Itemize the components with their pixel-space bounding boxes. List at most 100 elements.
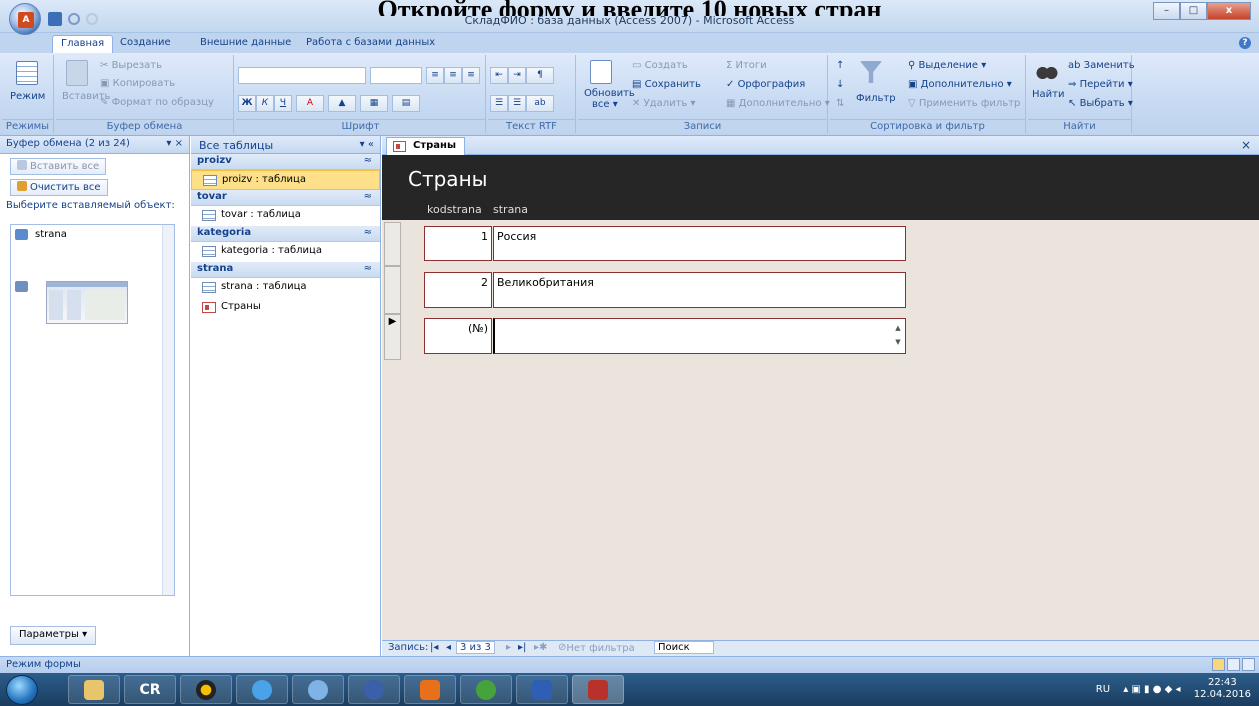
- delete-record-button[interactable]: ✕ Удалить ▾: [632, 98, 696, 109]
- language-indicator[interactable]: RU: [1096, 684, 1110, 695]
- clipboard-pane-controls[interactable]: ▾ ×: [166, 138, 183, 149]
- undo-icon[interactable]: [68, 13, 80, 25]
- strana-field[interactable]: Россия: [493, 226, 906, 261]
- advanced-filter-button[interactable]: ▣ Дополнительно ▾: [908, 79, 1012, 90]
- bold-button[interactable]: Ж: [238, 95, 256, 112]
- alternate-fill-icon[interactable]: ▤: [392, 95, 420, 112]
- next-record-button[interactable]: ▸: [506, 642, 511, 653]
- taskbar-word[interactable]: [516, 675, 568, 704]
- new-record-button[interactable]: ▭ Создать: [632, 60, 688, 71]
- clipboard-scrollbar[interactable]: [162, 225, 174, 595]
- tab-home[interactable]: Главная: [52, 35, 114, 53]
- minimize-button[interactable]: –: [1153, 2, 1180, 20]
- prev-record-button[interactable]: ◂: [446, 642, 451, 653]
- new-record-nav-button[interactable]: ▸✱: [534, 642, 547, 653]
- sort-ascending-icon[interactable]: ↑: [836, 60, 844, 71]
- fill-color-icon[interactable]: ▲: [328, 95, 356, 112]
- nav-group-strana[interactable]: strana ≈: [191, 262, 380, 278]
- select-button[interactable]: ↖ Выбрать ▾: [1068, 98, 1133, 109]
- increase-indent-icon[interactable]: ⇥: [508, 67, 526, 84]
- decrease-indent-icon[interactable]: ⇤: [490, 67, 508, 84]
- clipboard-item-screenshot[interactable]: [15, 281, 128, 327]
- current-record-selector[interactable]: ▶: [384, 314, 401, 360]
- font-size-combo[interactable]: [370, 67, 422, 84]
- start-button[interactable]: [6, 675, 38, 705]
- selection-button[interactable]: ⚲ Выделение ▾: [908, 60, 986, 71]
- kodstrana-new-field[interactable]: (№): [424, 318, 492, 354]
- view-mode-button[interactable]: Режим: [10, 91, 45, 102]
- collapse-icon[interactable]: ≈: [364, 227, 372, 238]
- close-button[interactable]: x: [1207, 2, 1251, 20]
- numbering-icon[interactable]: ☰: [490, 95, 508, 112]
- first-record-button[interactable]: |◂: [430, 642, 438, 653]
- taskbar-explorer[interactable]: [68, 675, 120, 704]
- taskbar-cr[interactable]: CR: [124, 675, 176, 704]
- align-center-icon[interactable]: ≡: [444, 67, 462, 84]
- binoculars-icon[interactable]: [1036, 61, 1058, 81]
- taskbar-player[interactable]: [404, 675, 456, 704]
- help-icon[interactable]: ?: [1239, 37, 1251, 49]
- goto-button[interactable]: ⇒ Перейти ▾: [1068, 79, 1133, 90]
- redo-icon[interactable]: [86, 13, 98, 25]
- nav-item-proizv-table[interactable]: proizv : таблица: [191, 170, 380, 190]
- nav-group-tovar[interactable]: tovar ≈: [191, 190, 380, 206]
- collapse-icon[interactable]: ≈: [364, 155, 372, 166]
- save-icon[interactable]: [48, 12, 62, 26]
- more-records-button[interactable]: ▦ Дополнительно ▾: [726, 98, 830, 109]
- taskbar-ie[interactable]: [236, 675, 288, 704]
- paragraph-icon[interactable]: ¶: [526, 67, 554, 84]
- current-record-input[interactable]: 3 из 3: [456, 641, 495, 654]
- design-view-icon[interactable]: [1242, 658, 1255, 671]
- close-document-icon[interactable]: ×: [1241, 138, 1251, 152]
- tab-external-data[interactable]: Внешние данные: [192, 35, 299, 53]
- align-left-icon[interactable]: ≡: [426, 67, 444, 84]
- save-record-button[interactable]: ▤ Сохранить: [632, 79, 701, 90]
- format-painter-button[interactable]: ✎ Формат по образцу: [100, 97, 214, 108]
- nav-item-strana-table[interactable]: strana : таблица: [191, 278, 380, 298]
- clipboard-items-list[interactable]: strana: [10, 224, 175, 596]
- last-record-button[interactable]: ▸|: [518, 642, 526, 653]
- refresh-all-button[interactable]: Обновить: [584, 88, 635, 99]
- search-input[interactable]: Поиск: [654, 641, 714, 654]
- office-button[interactable]: A: [9, 3, 41, 35]
- taskbar-access[interactable]: [572, 675, 624, 704]
- bullets-icon[interactable]: ☰: [508, 95, 526, 112]
- record-selector[interactable]: [384, 266, 401, 314]
- maximize-button[interactable]: □: [1180, 2, 1207, 20]
- clear-sort-icon[interactable]: ⇅: [836, 98, 844, 109]
- highlight-icon[interactable]: ab: [526, 95, 554, 112]
- collapse-icon[interactable]: ≈: [364, 263, 372, 274]
- strana-new-field[interactable]: ▲ ▼: [493, 318, 906, 354]
- font-name-combo[interactable]: [238, 67, 366, 84]
- taskbar-sound[interactable]: [292, 675, 344, 704]
- collapse-icon[interactable]: ≈: [364, 191, 372, 202]
- nav-item-tovar-table[interactable]: tovar : таблица: [191, 206, 380, 226]
- filter-button[interactable]: Фильтр: [856, 93, 896, 104]
- view-icon[interactable]: [16, 61, 38, 85]
- tray-icons[interactable]: ▴ ▣ ▮ ● ◆ ◂: [1123, 684, 1180, 695]
- sort-descending-icon[interactable]: ↓: [836, 79, 844, 90]
- field-scrollbar[interactable]: ▲ ▼: [893, 321, 903, 351]
- clear-all-button[interactable]: Очистить все: [10, 179, 108, 196]
- filter-icon[interactable]: [860, 61, 882, 83]
- taskbar-yandex[interactable]: [348, 675, 400, 704]
- options-button[interactable]: Параметры ▾: [10, 626, 97, 645]
- strana-field[interactable]: Великобритания: [493, 272, 906, 308]
- layout-view-icon[interactable]: [1227, 658, 1240, 671]
- tab-database-tools[interactable]: Работа с базами данных: [298, 35, 443, 53]
- nav-item-kategoria-table[interactable]: kategoria : таблица: [191, 242, 380, 262]
- record-selector[interactable]: [384, 222, 401, 266]
- document-tab-strany[interactable]: Страны: [386, 137, 465, 155]
- find-button[interactable]: Найти: [1032, 89, 1064, 100]
- kodstrana-field[interactable]: 1: [424, 226, 492, 261]
- refresh-all-dropdown[interactable]: все ▾: [592, 99, 618, 110]
- tab-create[interactable]: Создание: [112, 35, 179, 53]
- apply-filter-button[interactable]: ▽ Применить фильтр: [908, 98, 1020, 109]
- cut-button[interactable]: ✂ Вырезать: [100, 60, 162, 71]
- taskbar-media[interactable]: [180, 675, 232, 704]
- align-right-icon[interactable]: ≡: [462, 67, 480, 84]
- paste-icon[interactable]: [66, 60, 88, 86]
- totals-button[interactable]: Σ Итоги: [726, 60, 767, 71]
- nav-item-strany-form[interactable]: Страны: [191, 298, 380, 318]
- italic-button[interactable]: К: [256, 95, 274, 112]
